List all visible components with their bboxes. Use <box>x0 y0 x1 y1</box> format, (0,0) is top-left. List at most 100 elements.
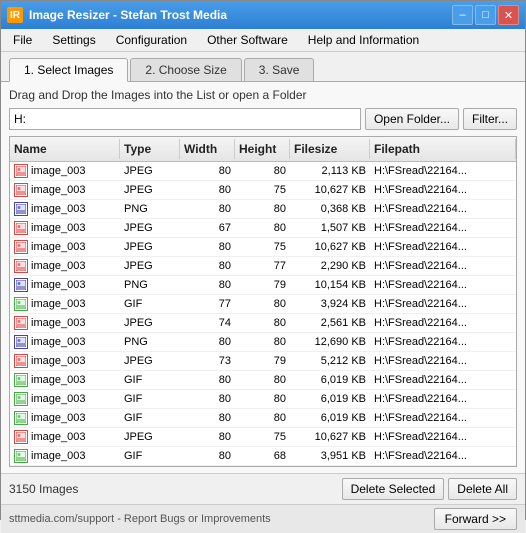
table-cell: H:\FSread\22164... <box>370 447 516 465</box>
table-row[interactable]: image_003JPEG807510,627 KBH:\FSread\2216… <box>10 428 516 447</box>
table-cell: 80 <box>180 371 235 389</box>
table-cell: JPEG <box>120 257 180 275</box>
open-folder-button[interactable]: Open Folder... <box>365 108 459 130</box>
tab-save[interactable]: 3. Save <box>244 58 315 81</box>
table-cell: 80 <box>180 238 235 256</box>
table-cell: 68 <box>235 447 290 465</box>
support-link[interactable]: sttmedia.com/support - Report Bugs or Im… <box>9 513 271 525</box>
main-window: IR Image Resizer - Stefan Trost Media – … <box>0 0 526 520</box>
table-cell: 10,627 KB <box>290 238 370 256</box>
close-button[interactable]: ✕ <box>498 5 519 25</box>
table-row[interactable]: image_003JPEG67801,507 KBH:\FSread\22164… <box>10 219 516 238</box>
table-cell: H:\FSread\22164... <box>370 162 516 180</box>
cell-name: image_003 <box>10 257 120 275</box>
table-cell: 80 <box>180 409 235 427</box>
forward-button[interactable]: Forward >> <box>434 508 517 530</box>
table-cell: 80 <box>235 390 290 408</box>
table-cell: H:\FSread\22164... <box>370 181 516 199</box>
table-row[interactable]: image_003GIF80806,019 KBH:\FSread\22164.… <box>10 371 516 390</box>
table-cell: JPEG <box>120 181 180 199</box>
col-width: Width <box>180 139 235 159</box>
table-cell: 6,019 KB <box>290 371 370 389</box>
table-cell: 67 <box>180 219 235 237</box>
minimize-button[interactable]: – <box>452 5 473 25</box>
cell-name: image_003 <box>10 333 120 351</box>
file-type-icon <box>14 392 28 406</box>
table-cell: 80 <box>180 428 235 446</box>
table-row[interactable]: image_003JPEG80772,290 KBH:\FSread\22164… <box>10 257 516 276</box>
app-icon: IR <box>7 7 23 23</box>
file-type-icon <box>14 354 28 368</box>
delete-all-button[interactable]: Delete All <box>448 478 517 500</box>
file-type-icon <box>14 335 28 349</box>
file-type-icon <box>14 449 28 463</box>
table-cell: 80 <box>180 162 235 180</box>
maximize-button[interactable]: □ <box>475 5 496 25</box>
title-controls: – □ ✕ <box>452 5 519 25</box>
menu-file[interactable]: File <box>5 31 40 49</box>
table-cell: 2,290 KB <box>290 257 370 275</box>
col-type: Type <box>120 139 180 159</box>
table-cell: 5,212 KB <box>290 352 370 370</box>
table-cell: 75 <box>235 181 290 199</box>
table-cell: H:\FSread\22164... <box>370 409 516 427</box>
table-row[interactable]: image_003JPEG807510,627 KBH:\FSread\2216… <box>10 238 516 257</box>
table-cell: 80 <box>235 295 290 313</box>
cell-name: image_003 <box>10 447 120 465</box>
delete-selected-button[interactable]: Delete Selected <box>342 478 445 500</box>
main-content: Drag and Drop the Images into the List o… <box>1 82 525 473</box>
table-row[interactable]: image_003PNG807910,154 KBH:\FSread\22164… <box>10 276 516 295</box>
table-cell: 3,924 KB <box>290 295 370 313</box>
table-row[interactable]: image_003PNG808012,690 KBH:\FSread\22164… <box>10 333 516 352</box>
table-cell: 6,019 KB <box>290 409 370 427</box>
table-cell: 10,627 KB <box>290 428 370 446</box>
table-row[interactable]: image_003JPEG74802,561 KBH:\FSread\22164… <box>10 314 516 333</box>
table-cell: 77 <box>235 257 290 275</box>
table-row[interactable]: image_003GIF80806,019 KBH:\FSread\22164.… <box>10 409 516 428</box>
file-type-icon <box>14 316 28 330</box>
tabs-bar: 1. Select Images 2. Choose Size 3. Save <box>1 52 525 82</box>
table-cell: H:\FSread\22164... <box>370 200 516 218</box>
tab-select-images[interactable]: 1. Select Images <box>9 58 128 82</box>
table-cell: H:\FSread\22164... <box>370 276 516 294</box>
table-cell: 80 <box>180 276 235 294</box>
table-cell: JPEG <box>120 352 180 370</box>
table-cell: H:\FSread\22164... <box>370 238 516 256</box>
cell-name: image_003 <box>10 428 120 446</box>
tab-choose-size[interactable]: 2. Choose Size <box>130 58 241 81</box>
table-row[interactable]: image_003JPEG80802,113 KBH:\FSread\22164… <box>10 162 516 181</box>
table-cell: H:\FSread\22164... <box>370 295 516 313</box>
table-cell: 80 <box>180 390 235 408</box>
window-title: Image Resizer - Stefan Trost Media <box>29 8 227 22</box>
table-cell: 10,154 KB <box>290 276 370 294</box>
table-row[interactable]: image_003GIF80806,019 KBH:\FSread\22164.… <box>10 390 516 409</box>
table-cell: 10,627 KB <box>290 181 370 199</box>
table-row[interactable]: image_003PNG80800,368 KBH:\FSread\22164.… <box>10 200 516 219</box>
table-cell: 80 <box>180 257 235 275</box>
table-cell: 74 <box>180 314 235 332</box>
table-cell: H:\FSread\22164... <box>370 352 516 370</box>
table-row[interactable]: image_003JPEG73795,212 KBH:\FSread\22164… <box>10 352 516 371</box>
filter-button[interactable]: Filter... <box>463 108 517 130</box>
table-cell: H:\FSread\22164... <box>370 314 516 332</box>
table-cell: 2,561 KB <box>290 314 370 332</box>
file-type-icon <box>14 297 28 311</box>
table-row[interactable]: image_003GIF80683,951 KBH:\FSread\22164.… <box>10 447 516 466</box>
cell-name: image_003 <box>10 314 120 332</box>
table-cell: 80 <box>235 333 290 351</box>
menu-settings[interactable]: Settings <box>44 31 103 49</box>
table-row[interactable]: image_003GIF77803,924 KBH:\FSread\22164.… <box>10 295 516 314</box>
table-cell: 80 <box>180 333 235 351</box>
table-cell: H:\FSread\22164... <box>370 371 516 389</box>
table-cell: H:\FSread\22164... <box>370 390 516 408</box>
table-cell: 0,368 KB <box>290 200 370 218</box>
path-input[interactable] <box>9 108 361 130</box>
menu-other-software[interactable]: Other Software <box>199 31 296 49</box>
file-type-icon <box>14 164 28 178</box>
table-row[interactable]: image_003JPEG807510,627 KBH:\FSread\2216… <box>10 181 516 200</box>
table-cell: 80 <box>235 314 290 332</box>
table-cell: PNG <box>120 333 180 351</box>
menu-help[interactable]: Help and Information <box>300 31 427 49</box>
table-cell: 79 <box>235 352 290 370</box>
menu-configuration[interactable]: Configuration <box>108 31 195 49</box>
